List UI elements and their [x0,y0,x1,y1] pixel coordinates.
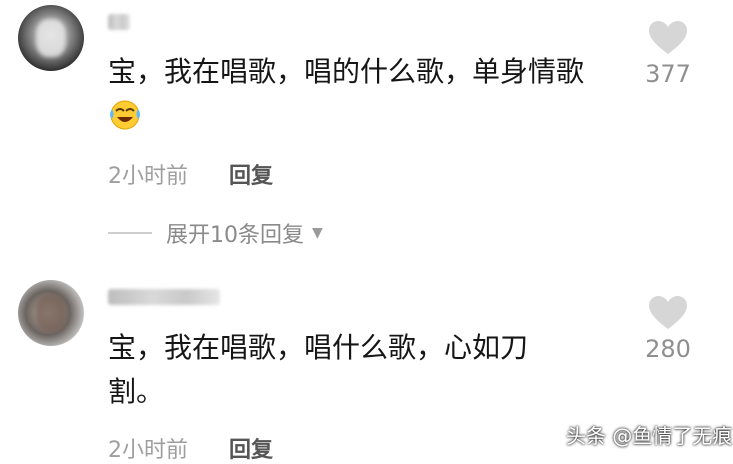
crying-laughing-emoji-icon [110,100,140,130]
expand-replies-label: 展开10条回复 [166,223,304,248]
divider-dash [108,232,152,234]
comment-meta: 2小时前 回复 [108,158,273,190]
like-count: 377 [645,60,691,88]
username-blurred[interactable] [108,289,220,305]
comment-text: 宝，我在唱歌，唱的什么歌，单身情歌 [108,50,608,138]
comment-time: 2小时前 [108,438,188,463]
like-button[interactable]: 377 [640,20,696,88]
reply-button[interactable]: 回复 [229,164,273,189]
comment-text-content: 宝，我在唱歌，唱的什么歌，单身情歌 [108,55,585,88]
avatar[interactable] [18,280,84,346]
like-button[interactable]: 280 [640,295,696,363]
triangle-down-icon: ▼ [312,225,323,241]
heart-icon [649,21,687,54]
comment-text-content: 宝，我在唱歌，唱什么歌，心如刀割。 [108,331,529,408]
avatar[interactable] [18,5,84,71]
comment-meta: 2小时前 回复 [108,432,273,464]
comment-text: 宝，我在唱歌，唱什么歌，心如刀割。 [108,326,578,414]
username-blurred[interactable] [108,14,130,30]
reply-button[interactable]: 回复 [229,438,273,463]
heart-icon [649,296,687,329]
comment-time: 2小时前 [108,164,188,189]
avatar-face-blur [36,294,66,332]
avatar-face-blur [36,19,66,57]
expand-replies-button[interactable]: 展开10条回复 ▼ [108,217,323,249]
watermark: 头条 @鱼情了无痕 [566,424,733,448]
like-count: 280 [645,335,691,363]
